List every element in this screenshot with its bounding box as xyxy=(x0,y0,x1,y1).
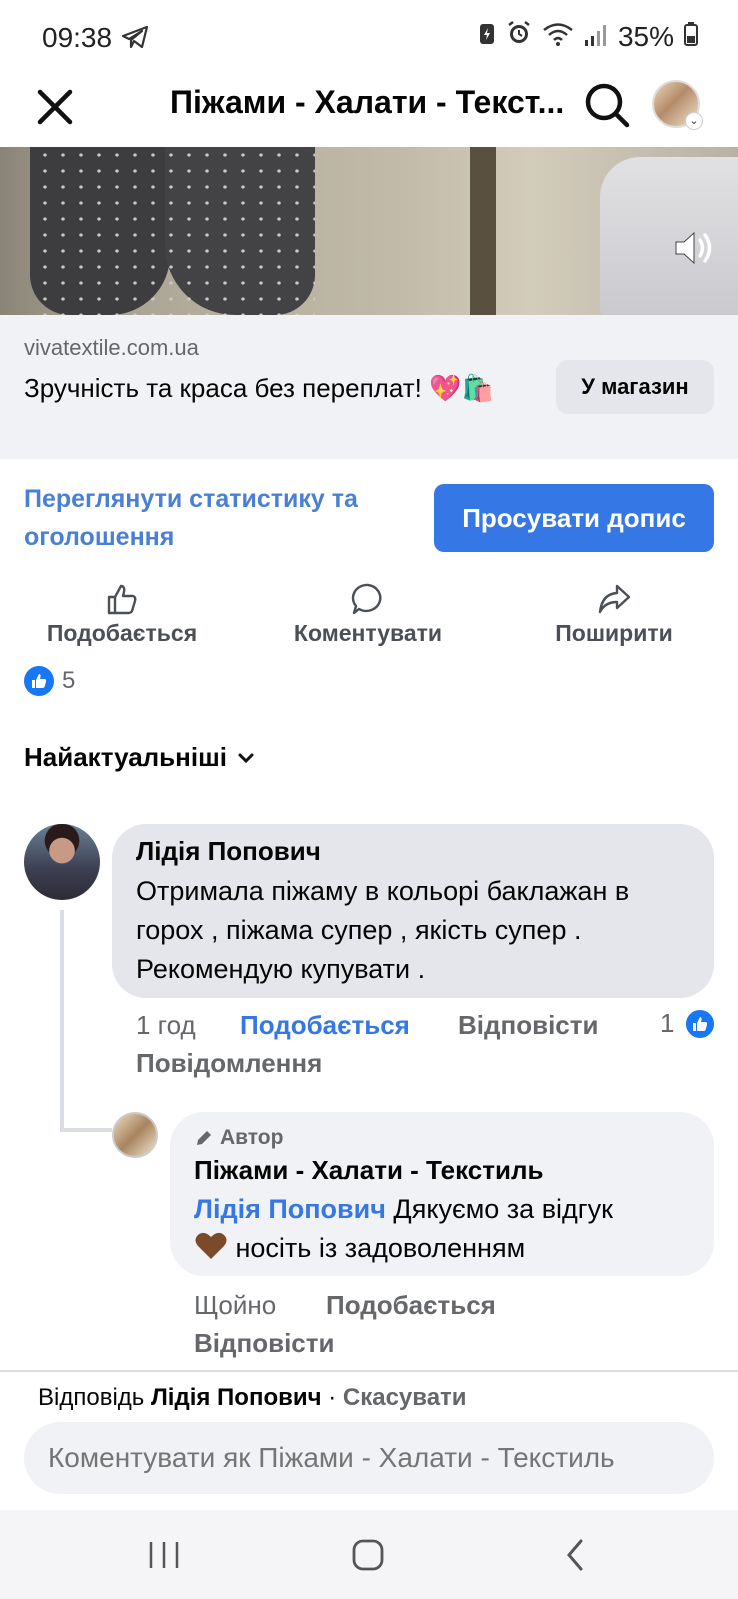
comment-label: Коментувати xyxy=(293,620,443,646)
volume-button[interactable] xyxy=(672,228,718,268)
status-time: 09:38 xyxy=(42,22,113,53)
comment-message-button[interactable]: Повідомлення xyxy=(136,1048,322,1079)
comment-text: Отримала піжаму в кольорі баклажан в гор… xyxy=(136,876,630,984)
battery-saver-icon xyxy=(478,21,496,53)
sort-label: Найактуальніші xyxy=(24,742,227,772)
comment-icon xyxy=(351,583,382,615)
reply-like-button[interactable]: Подобається xyxy=(326,1290,496,1321)
battery-icon xyxy=(684,21,698,53)
status-icons: 35% xyxy=(478,20,698,53)
recent-apps-icon xyxy=(149,1542,179,1568)
shop-button[interactable]: У магазин xyxy=(556,360,714,414)
thumbs-up-icon xyxy=(107,584,137,615)
comment-like-count: 1 xyxy=(660,1008,675,1038)
view-insights-link[interactable]: Переглянути статистику та оголошення xyxy=(24,480,404,556)
share-icon xyxy=(598,584,631,614)
reply-reply-button[interactable]: Відповісти xyxy=(194,1328,334,1359)
like-label: Подобається xyxy=(46,620,198,646)
author-badge-label: Автор xyxy=(220,1126,284,1149)
back-icon xyxy=(567,1539,583,1571)
recent-apps-button[interactable] xyxy=(134,1530,194,1580)
replying-to-separator: · xyxy=(321,1384,343,1411)
close-icon xyxy=(37,89,73,125)
replying-to-name: Лідія Попович xyxy=(150,1384,322,1411)
post-media-image[interactable] xyxy=(0,147,738,315)
page-title: Піжами - Халати - Текст... xyxy=(170,84,565,120)
share-action-button[interactable]: Поширити xyxy=(514,582,714,647)
signal-icon xyxy=(584,21,608,53)
search-icon xyxy=(585,83,630,128)
telegram-icon xyxy=(121,25,149,53)
home-icon xyxy=(352,1539,384,1571)
link-domain: vivatextile.com.ua xyxy=(24,335,199,360)
reply-author[interactable]: Піжами - Халати - Текстиль xyxy=(194,1155,543,1186)
volume-icon xyxy=(675,231,712,265)
page-avatar[interactable] xyxy=(112,1112,158,1158)
reply-text: Лідія Попович Дякуємо за відгук носіть і… xyxy=(194,1190,694,1268)
reply-text-part2: носіть із задоволенням xyxy=(228,1233,526,1263)
promote-post-button[interactable]: Просувати допис xyxy=(434,484,714,552)
search-button[interactable] xyxy=(582,80,632,130)
comment-timestamp: 1 год xyxy=(136,1010,196,1040)
like-reaction-icon xyxy=(24,666,54,696)
reactions-summary[interactable]: 5 xyxy=(24,666,75,696)
thread-line xyxy=(60,910,64,1132)
pen-icon xyxy=(197,1131,211,1145)
cancel-reply-button[interactable]: Скасувати xyxy=(343,1384,467,1411)
brown-heart-icon xyxy=(195,1232,227,1259)
close-button[interactable] xyxy=(30,82,80,132)
reply-timestamp: Щойно xyxy=(194,1290,277,1320)
like-action-button[interactable]: Подобається xyxy=(22,582,222,647)
comment-input[interactable] xyxy=(24,1422,714,1494)
author-badge: Автор xyxy=(194,1126,283,1150)
back-button[interactable] xyxy=(546,1530,606,1580)
like-reaction-icon[interactable] xyxy=(684,1008,716,1040)
mention-link[interactable]: Лідія Попович xyxy=(194,1194,386,1224)
comment-sort-dropdown[interactable]: Найактуальніші xyxy=(24,742,255,773)
commenter-avatar[interactable] xyxy=(24,824,100,900)
share-label: Поширити xyxy=(555,620,673,646)
alarm-icon xyxy=(506,20,532,53)
comment-reply-button[interactable]: Відповісти xyxy=(458,1010,598,1041)
chevron-down-icon xyxy=(238,753,254,763)
comment-action-button[interactable]: Коментувати xyxy=(268,582,468,647)
replying-to-info: Відповідь Лідія Попович · Скасувати xyxy=(38,1384,467,1412)
comment-author[interactable]: Лідія Попович xyxy=(136,836,321,867)
chevron-down-icon[interactable]: ⌄ xyxy=(685,112,703,130)
comment-like-button[interactable]: Подобається xyxy=(240,1010,410,1041)
reply-text-part1: Дякуємо за відгук xyxy=(385,1194,613,1224)
reaction-count: 5 xyxy=(62,667,76,694)
battery-percent: 35% xyxy=(617,20,674,52)
replying-to-prefix: Відповідь xyxy=(38,1384,151,1411)
home-button[interactable] xyxy=(338,1530,398,1580)
link-title: Зручність та краса без переплат! 💖🛍️ xyxy=(24,373,494,403)
wifi-icon xyxy=(542,21,574,53)
thread-line-branch xyxy=(60,1128,112,1132)
